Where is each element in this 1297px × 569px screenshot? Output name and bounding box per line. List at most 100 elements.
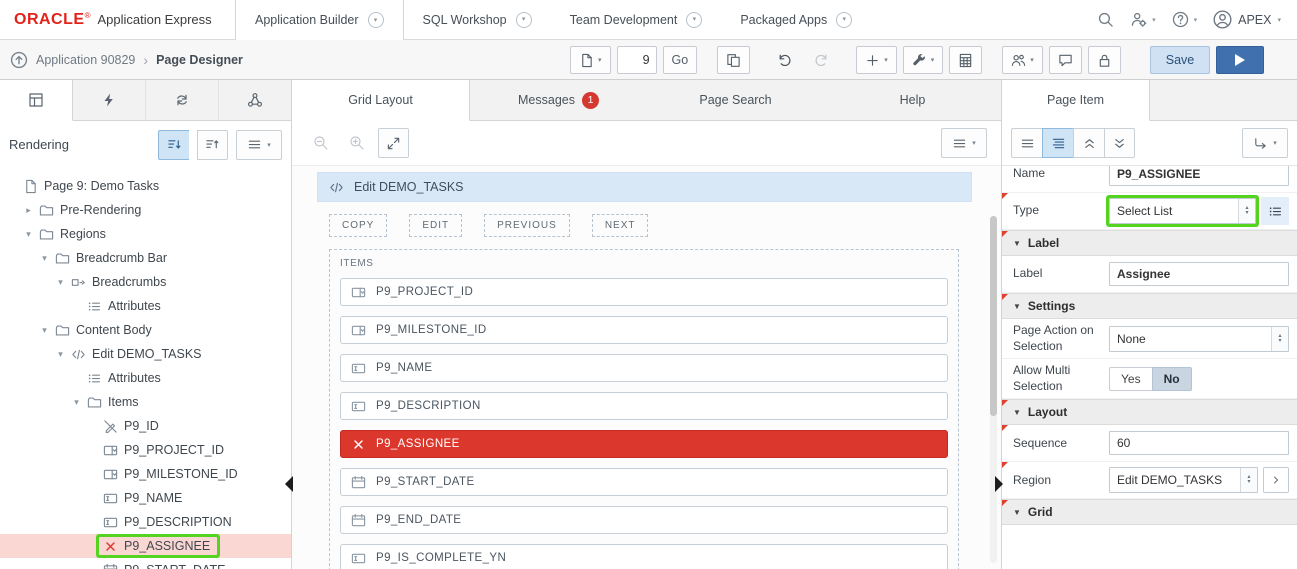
tab-help[interactable]: Help bbox=[824, 80, 1001, 120]
scrollbar-thumb[interactable] bbox=[990, 216, 997, 416]
go-to-region-button[interactable] bbox=[1263, 467, 1289, 494]
quick-pick-button[interactable] bbox=[1261, 197, 1289, 225]
expand-arrow[interactable]: ▾ bbox=[54, 277, 67, 288]
expand-arrow[interactable]: ▾ bbox=[38, 253, 51, 264]
tree-item-p9-assignee[interactable]: P9_ASSIGNEE bbox=[0, 534, 291, 558]
administration-menu[interactable]: ▾ bbox=[1130, 11, 1156, 28]
tab-rendering[interactable] bbox=[0, 80, 73, 121]
tab-messages[interactable]: Messages 1 bbox=[470, 80, 647, 120]
tree-item-pre-rendering[interactable]: ▸ Pre-Rendering bbox=[0, 198, 291, 222]
section-header-settings[interactable]: ▼ Settings bbox=[1002, 293, 1297, 319]
grid-item-p9-assignee[interactable]: P9_ASSIGNEE bbox=[340, 430, 948, 458]
tree-item-p9-name[interactable]: P9_NAME bbox=[0, 486, 291, 510]
sort-by-order-button[interactable] bbox=[158, 129, 189, 160]
show-all-button[interactable] bbox=[1011, 128, 1042, 158]
copy-page-button[interactable] bbox=[717, 46, 751, 74]
tree-item-p9-milestone-id[interactable]: P9_MILESTONE_ID bbox=[0, 462, 291, 486]
expand-arrow[interactable]: ▾ bbox=[22, 229, 35, 240]
region-edit-demo-tasks[interactable]: Edit DEMO_TASKS COPY EDIT PREVIOUS NEXT ITE… bbox=[317, 172, 972, 569]
go-button[interactable]: Go bbox=[662, 46, 698, 74]
up-to-application-icon[interactable] bbox=[10, 51, 28, 69]
create-menu-button[interactable]: ▾ bbox=[856, 46, 897, 74]
tree-item-page-9-demo-tasks[interactable]: Page 9: Demo Tasks bbox=[0, 174, 291, 198]
tree-item-edit-demo-tasks[interactable]: ▾ Edit DEMO_TASKS bbox=[0, 342, 291, 366]
grid-item-p9-description[interactable]: P9_DESCRIPTION bbox=[340, 392, 948, 420]
tree-item-content-body[interactable]: ▾ Content Body bbox=[0, 318, 291, 342]
tree-item-p9-id[interactable]: P9_ID bbox=[0, 414, 291, 438]
spinner-icon[interactable]: ▴ ▾ bbox=[1238, 199, 1255, 223]
undo-button[interactable] bbox=[770, 46, 800, 74]
grid-item-p9-milestone-id[interactable]: P9_MILESTONE_ID bbox=[340, 316, 948, 344]
expand-arrow[interactable]: ▾ bbox=[38, 325, 51, 336]
sequence-input[interactable] bbox=[1109, 431, 1289, 456]
save-button[interactable]: Save bbox=[1150, 46, 1210, 74]
tree-item-p9-project-id[interactable]: P9_PROJECT_ID bbox=[0, 438, 291, 462]
tree-item-breadcrumbs[interactable]: ▾ Breadcrumbs bbox=[0, 270, 291, 294]
grid-item-p9-start-date[interactable]: P9_START_DATE bbox=[340, 468, 948, 496]
breadcrumb-application-link[interactable]: Application 90829 bbox=[36, 53, 135, 67]
expand-arrow[interactable]: ▾ bbox=[54, 349, 67, 360]
toggle-option-no[interactable]: No bbox=[1151, 366, 1192, 391]
page-selector-button[interactable]: ▾ bbox=[570, 46, 611, 74]
grid-item-p9-name[interactable]: P9_NAME bbox=[340, 354, 948, 382]
spinner-icon[interactable]: ▴ ▾ bbox=[1240, 468, 1257, 493]
collapse-left-panel-handle[interactable] bbox=[285, 476, 293, 492]
expand-canvas-button[interactable] bbox=[378, 128, 409, 158]
search-icon[interactable] bbox=[1097, 11, 1114, 28]
region-select[interactable]: Edit DEMO_TASKS ▴ ▾ bbox=[1109, 467, 1258, 494]
next-button[interactable]: NEXT bbox=[591, 214, 649, 237]
section-header-label[interactable]: ▼ Label bbox=[1002, 230, 1297, 256]
grid-item-p9-project-id[interactable]: P9_PROJECT_ID bbox=[340, 278, 948, 306]
toggle-option-yes[interactable]: Yes bbox=[1109, 366, 1152, 391]
tab-grid-layout[interactable]: Grid Layout bbox=[292, 80, 470, 121]
label-input[interactable] bbox=[1109, 262, 1289, 286]
user-menu[interactable]: APEX ▾ bbox=[1213, 10, 1281, 29]
page-number-input[interactable] bbox=[616, 46, 657, 74]
goto-menu-button[interactable]: ▾ bbox=[1242, 128, 1288, 158]
tab-dynamic-actions[interactable] bbox=[73, 80, 146, 120]
type-select[interactable]: Select List ▴ ▾ bbox=[1109, 198, 1256, 224]
section-header-grid[interactable]: ▼ Grid bbox=[1002, 499, 1297, 526]
nav-tab-team-development[interactable]: Team Development ▾ bbox=[551, 0, 722, 39]
tree-item-p9-start-date[interactable]: P9_START_DATE bbox=[0, 558, 291, 569]
layout-options-button[interactable]: ▾ bbox=[941, 128, 987, 158]
name-input[interactable] bbox=[1109, 166, 1289, 186]
redo-button[interactable] bbox=[806, 46, 836, 74]
page-action-on-selection-select[interactable]: None ▴ ▾ bbox=[1109, 325, 1289, 352]
sort-by-type-button[interactable] bbox=[197, 129, 228, 160]
grid-item-p9-is-complete-yn[interactable]: P9_IS_COMPLETE_YN bbox=[340, 544, 948, 569]
zoom-out-button[interactable] bbox=[306, 129, 336, 157]
edit-button[interactable]: EDIT bbox=[409, 214, 463, 237]
layout-view-button[interactable] bbox=[949, 46, 983, 74]
previous-button[interactable]: PREVIOUS bbox=[484, 214, 570, 237]
canvas-scrollbar[interactable] bbox=[990, 216, 997, 563]
tree-item-items[interactable]: ▾ Items bbox=[0, 390, 291, 414]
expand-all-button[interactable] bbox=[1104, 128, 1135, 158]
copy-button[interactable]: COPY bbox=[329, 214, 388, 237]
tree-item-breadcrumb-bar[interactable]: ▾ Breadcrumb Bar bbox=[0, 246, 291, 270]
section-header-layout[interactable]: ▼ Layout bbox=[1002, 399, 1297, 426]
page-lock-button[interactable] bbox=[1087, 46, 1121, 74]
collapse-right-panel-handle[interactable] bbox=[995, 476, 1003, 492]
spinner-icon[interactable]: ▴ ▾ bbox=[1271, 326, 1288, 351]
tree-item-regions[interactable]: ▾ Regions bbox=[0, 222, 291, 246]
tree-item-attributes[interactable]: Attributes bbox=[0, 294, 291, 318]
help-menu[interactable]: ▾ bbox=[1172, 11, 1197, 28]
collapse-all-button[interactable] bbox=[1073, 128, 1104, 158]
tree-item-attributes[interactable]: Attributes bbox=[0, 366, 291, 390]
tab-processing[interactable] bbox=[146, 80, 219, 120]
run-page-button[interactable] bbox=[1216, 46, 1264, 74]
grid-item-p9-end-date[interactable]: P9_END_DATE bbox=[340, 506, 948, 534]
grouped-view-button[interactable] bbox=[1042, 128, 1073, 158]
expand-arrow[interactable]: ▾ bbox=[70, 397, 83, 408]
nav-tab-packaged-apps[interactable]: Packaged Apps ▾ bbox=[721, 0, 871, 39]
tree-item-p9-description[interactable]: P9_DESCRIPTION bbox=[0, 510, 291, 534]
collaboration-menu-button[interactable]: ▾ bbox=[1002, 46, 1043, 74]
region-header[interactable]: Edit DEMO_TASKS bbox=[317, 172, 972, 202]
comments-button[interactable] bbox=[1048, 46, 1082, 74]
nav-tab-sql-workshop[interactable]: SQL Workshop ▾ bbox=[404, 0, 551, 39]
utilities-menu-button[interactable]: ▾ bbox=[902, 46, 944, 74]
tab-page-item[interactable]: Page Item bbox=[1002, 80, 1150, 121]
tab-shared-components[interactable] bbox=[219, 80, 291, 120]
nav-tab-application-builder[interactable]: Application Builder ▾ bbox=[235, 0, 404, 40]
